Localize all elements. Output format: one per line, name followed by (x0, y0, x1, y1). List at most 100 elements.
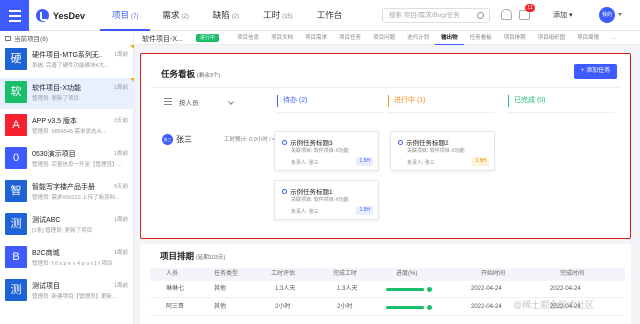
list-icon (164, 98, 172, 105)
project-activity: [1条] 管理员: 更新了项目 (32, 228, 93, 234)
sidebar-project-item[interactable]: 硬硬件项目-MTG系列无... 系统, 完善了硬件功能模块4大... 1周前 (0, 45, 134, 76)
sidebar-project-item[interactable]: 测测试ABC [1条] 管理员: 更新了项目 1周前 (0, 210, 134, 241)
project-tab[interactable]: 项目任务 (333, 31, 367, 45)
progress-dot (427, 305, 432, 310)
nav-count: (2) (181, 14, 189, 20)
task-assignee: 负责人: 张三 (407, 160, 435, 166)
progress-bar (386, 288, 424, 291)
project-tab[interactable]: 迭代计划 (401, 31, 435, 45)
task-status-icon[interactable] (398, 139, 403, 145)
sidebar-heading-label: 当前项目(8) (14, 36, 48, 43)
project-time: 6天前 (113, 184, 128, 190)
table-cell: 1.3人天 (337, 286, 358, 292)
logo[interactable]: YesDev (36, 9, 85, 22)
search-icon (477, 12, 484, 19)
chevron-down-icon[interactable] (618, 13, 622, 16)
nav-requirements[interactable]: 需求 (2) (150, 0, 200, 31)
project-title: APP v3.5 版本 (32, 118, 78, 125)
project-activity: 管理员: 5854545 需求状态从... (32, 129, 107, 135)
bell-icon[interactable] (501, 9, 512, 20)
table-cell: 其他 (214, 286, 227, 292)
progress-fill (386, 306, 424, 309)
schedule-title: 项目排期 (延期103天) (160, 250, 225, 262)
project-time: 1周前 (113, 283, 128, 289)
project-schedule: 项目排期 (延期103天) 人员 任务类型 工时评估 完成工时 进度(%) 开始时间 完成时间… (140, 244, 631, 324)
sidebar-project-item[interactable]: 智智能写字楼产品手册 管理员: 需求#0c010 上传了新资料... 6天前 (0, 177, 134, 208)
task-title-text: 示例任务标题1 (290, 189, 333, 196)
nav-worktime[interactable]: 工时 (15) (251, 0, 305, 31)
table-header: 人员 任务类型 工时评估 完成工时 进度(%) 开始时间 完成时间 (150, 268, 625, 281)
task-hours-badge: 1.5H (472, 157, 489, 166)
project-tab[interactable]: … (605, 31, 623, 45)
task-status-icon[interactable] (282, 188, 287, 194)
nav-label: 缺陷 (212, 10, 230, 20)
corner-flag (130, 78, 134, 82)
task-card[interactable]: 示例任务标题2 关联项目: 软件项目-X功能 负责人: 张三 1.5H (390, 131, 495, 171)
logo-icon (36, 9, 49, 22)
table-cell: 2小时 (275, 304, 291, 310)
sidebar-project-item[interactable]: B B2C商城 管理员: f d x p e v 4 p o t 1 f 项目 1周前 (0, 243, 134, 274)
board-title-label: 任务看板 (161, 69, 196, 79)
end-date: 2022-04-24 (550, 286, 581, 292)
sidebar-project-item[interactable]: 测测试项目 管理员: 新建项目【管理员】更新... 1周前 (0, 276, 134, 307)
nav-bugs[interactable]: 缺陷 (2) (201, 0, 251, 31)
column-header: 工时评估 (271, 271, 296, 277)
project-activity: 管理员: 需求#0c010 上传了新资料... (32, 195, 120, 201)
task-card[interactable]: 示例任务标题1 关联项目: 软件项目-X功能 负责人: 张三 1.5H (274, 180, 379, 220)
project-tab[interactable]: 项目周报 (571, 31, 605, 45)
schedule-title-label: 项目排期 (160, 251, 195, 261)
task-card[interactable]: 示例任务标题3 关联项目: 软件项目-X功能 负责人: 张三 1.5H (274, 131, 379, 171)
breadcrumb[interactable]: 软件项目-X... (142, 34, 183, 44)
project-tab[interactable]: 任务看板 (464, 31, 498, 45)
project-time: 1周前 (113, 217, 128, 223)
divider (151, 87, 620, 88)
user-name: 张三 (176, 135, 192, 144)
project-tab[interactable]: 项目组织图 (532, 31, 572, 45)
add-task-button[interactable]: + 添加任务 (574, 64, 617, 79)
search-input[interactable]: 搜索 项目/需求/Bug/任务 (382, 8, 490, 23)
nav-projects[interactable]: 项目 (7) (100, 0, 151, 31)
nav-label: 项目 (112, 10, 130, 20)
nav-workbench[interactable]: 工作台 (305, 0, 355, 31)
project-subbar: 软件项目-X... 进行中 项目信息 项目文档 项目需求 项目任务 项目问题 迭代计划 输出… (134, 31, 640, 45)
project-tab[interactable]: 项目排期 (498, 31, 532, 45)
sidebar-project-item[interactable]: 软软件项目-X功能 管理员: 更新了项目 1周前 (0, 78, 134, 109)
add-menu-button[interactable]: 添加 ▾ (553, 10, 572, 20)
project-title: B2C商城 (32, 250, 60, 257)
divider (277, 112, 384, 113)
project-tab[interactable]: 项目文档 (265, 31, 299, 45)
project-avatar: 智 (5, 180, 27, 202)
project-tab[interactable]: 项目问题 (367, 31, 401, 45)
corner-flag (130, 45, 134, 49)
user-avatar[interactable]: 我的 (599, 7, 615, 23)
task-assignee: 负责人: 张三 (291, 160, 319, 166)
task-hours-badge: 1.5H (356, 157, 373, 166)
project-activity: 管理员: 新建项目【管理员】更新... (32, 294, 117, 300)
nav-count: (7) (131, 14, 139, 20)
start-date: 2022-04-24 (471, 286, 502, 292)
column-header: 开始时间 (481, 271, 506, 277)
sidebar-project-item[interactable]: A APP v3.5 版本 管理员: 5854545 需求状态从... 3天前 (0, 111, 134, 142)
task-board: 任务看板 (剩余3个) + 添加任务 按人员 待办 (2) 进行中 (1) 已完成… (140, 53, 631, 239)
menu-icon[interactable] (0, 0, 29, 31)
table-cell: 阿三哥 (166, 304, 185, 310)
chevron-down-icon[interactable] (228, 99, 234, 105)
project-tab[interactable]: 项目信息 (231, 31, 265, 45)
task-title: 示例任务标题2 (398, 137, 449, 147)
group-by-select[interactable]: 按人员 (179, 97, 199, 107)
project-title: 软件项目-X功能 (32, 85, 81, 92)
task-hours-badge: 1.5H (356, 206, 373, 215)
task-status-icon[interactable] (282, 139, 287, 145)
table-row: 琳琳七 其他 1.3人天 1.3人天 2022-04-24 2022-04-24 (150, 281, 625, 298)
project-tab[interactable]: 输出物 (435, 31, 464, 45)
column-header: 进度(%) (396, 271, 418, 277)
task-project: 关联项目: 软件项目-X功能 (407, 148, 465, 154)
project-tab[interactable]: 项目需求 (299, 31, 333, 45)
project-avatar: 测 (5, 279, 27, 301)
notification-badge: 11 (525, 4, 535, 12)
sidebar-project-item[interactable]: 0 0530演示项目 管理员: 完善信息一升至【管理员】... 1周前 (0, 144, 134, 175)
project-avatar: 软 (5, 81, 27, 103)
nav-label: 工时 (263, 10, 281, 20)
column-in-progress: 进行中 (1) (388, 95, 426, 107)
watermark: @稀土掘金技术社区 (513, 300, 595, 310)
